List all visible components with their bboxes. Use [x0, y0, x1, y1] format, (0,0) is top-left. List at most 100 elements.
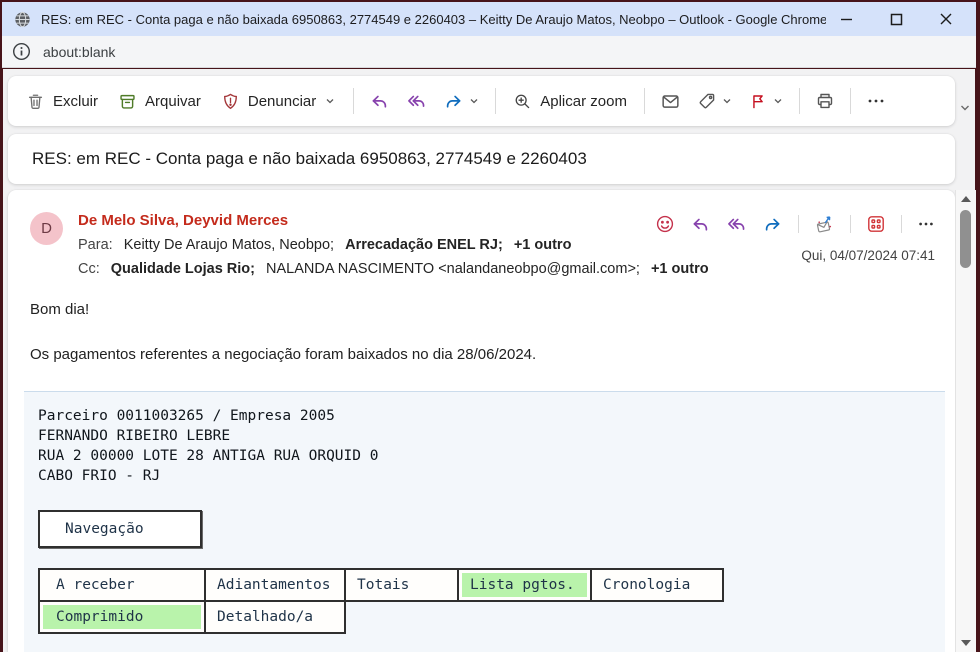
- scrollbar-thumb[interactable]: [960, 210, 971, 268]
- magnifier-plus-icon: [513, 92, 532, 111]
- page-info-icon[interactable]: [12, 42, 31, 61]
- close-button[interactable]: [936, 9, 956, 29]
- chevron-down-icon: [324, 95, 336, 107]
- reply-all-button[interactable]: [398, 85, 435, 118]
- cc-line: Cc: Qualidade Lojas Rio; NALANDA NASCIME…: [78, 261, 709, 277]
- to-recipient[interactable]: Keitty De Araujo Matos, Neobpo;: [124, 237, 334, 253]
- sender-name[interactable]: De Melo Silva, Deyvid Merces: [78, 212, 655, 229]
- sent-datetime: Qui, 04/07/2024 07:41: [801, 248, 935, 263]
- archive-icon: [118, 92, 137, 111]
- empty-cell: [591, 601, 723, 633]
- scroll-up-arrow-icon[interactable]: [961, 196, 971, 202]
- report-button[interactable]: Denunciar: [211, 86, 346, 117]
- toolbar-collapse-chevron-icon[interactable]: [958, 101, 972, 115]
- vertical-scrollbar[interactable]: [955, 190, 976, 652]
- table-row: Comprimido Detalhado/a: [38, 600, 723, 634]
- title-bar: RES: em REC - Conta paga e não baixada 6…: [2, 2, 976, 36]
- mail-toolbar: Excluir Arquivar Denunciar Aplicar zoom: [8, 76, 955, 126]
- empty-cell: [458, 601, 591, 633]
- message-body: Bom dia! Os pagamentos referentes a nego…: [8, 277, 955, 363]
- report-partner-line: Parceiro 0011003265 / Empresa 2005: [38, 408, 335, 424]
- more-options-button[interactable]: [858, 85, 894, 117]
- report-city-line: CABO FRIO - RJ: [38, 468, 161, 484]
- reply-all-icon[interactable]: [726, 214, 747, 235]
- window-controls: [836, 9, 956, 29]
- to-more-recipients[interactable]: +1 outro: [514, 237, 572, 253]
- toolbar-divider: [495, 88, 497, 114]
- table-row: A receber Adiantamentos Totais Lista pgt…: [38, 568, 724, 602]
- flag-button[interactable]: [741, 86, 792, 117]
- subject-card: RES: em REC - Conta paga e não baixada 6…: [8, 134, 955, 184]
- apply-zoom-label: Aplicar zoom: [540, 92, 627, 110]
- outlook-reading-pane: Excluir Arquivar Denunciar Aplicar zoom …: [3, 69, 976, 652]
- message-action-icons: [655, 212, 935, 236]
- tab-detalhado: Detalhado/a: [204, 600, 346, 634]
- archive-button[interactable]: Arquivar: [108, 86, 211, 117]
- more-actions-ellipsis-icon[interactable]: [917, 215, 935, 233]
- archive-label: Arquivar: [145, 92, 201, 110]
- url-bar[interactable]: about:blank: [2, 36, 976, 68]
- empty-cell: [345, 601, 458, 633]
- forward-icon: [443, 91, 464, 112]
- header-address-block: De Melo Silva, Deyvid Merces Para: Keitt…: [78, 212, 709, 277]
- email-subject: RES: em REC - Conta paga e não baixada 6…: [32, 149, 587, 168]
- ellipsis-icon: [866, 91, 886, 111]
- to-label: Para:: [78, 237, 113, 253]
- quoted-report-block: Parceiro 0011003265 / Empresa 2005 FERNA…: [24, 391, 945, 652]
- forward-icon[interactable]: [762, 214, 783, 235]
- reply-all-icon: [406, 91, 427, 112]
- header-actions-block: Qui, 04/07/2024 07:41: [655, 212, 939, 277]
- sender-avatar[interactable]: D: [30, 212, 63, 245]
- minimize-button[interactable]: [836, 9, 856, 29]
- chevron-down-icon: [468, 95, 480, 107]
- tag-icon: [697, 91, 717, 111]
- report-label: Denunciar: [247, 92, 317, 110]
- reactions-smiley-icon[interactable]: [655, 214, 675, 234]
- apply-zoom-button[interactable]: Aplicar zoom: [503, 86, 637, 117]
- browser-window: RES: em REC - Conta paga e não baixada 6…: [0, 0, 980, 652]
- header-divider: [901, 215, 902, 233]
- header-divider: [850, 215, 851, 233]
- apps-grid-icon[interactable]: [866, 214, 886, 234]
- toolbar-divider: [849, 88, 851, 114]
- delete-label: Excluir: [53, 92, 99, 110]
- globe-favicon-icon: [14, 11, 31, 28]
- reply-button[interactable]: [361, 85, 398, 118]
- categorize-button[interactable]: [689, 85, 741, 117]
- forward-button[interactable]: [435, 85, 488, 118]
- chevron-down-icon: [721, 95, 733, 107]
- delete-button[interactable]: Excluir: [16, 86, 108, 117]
- tab-adiantamentos: Adiantamentos: [204, 568, 346, 602]
- toolbar-divider: [353, 88, 355, 114]
- tab-lista-pgtos: Lista pgtos.: [457, 568, 592, 602]
- navigation-box: Navegação: [38, 510, 202, 548]
- body-paragraph: Bom dia!: [30, 301, 90, 318]
- addin-envelope-pin-icon[interactable]: [814, 214, 835, 235]
- envelope-icon: [660, 91, 681, 112]
- email-message-card: D De Melo Silva, Deyvid Merces Para: Kei…: [8, 190, 955, 652]
- scroll-down-arrow-icon[interactable]: [961, 640, 971, 646]
- report-name-line: FERNANDO RIBEIRO LEBRE: [38, 428, 231, 444]
- tab-cronologia: Cronologia: [590, 568, 724, 602]
- maximize-button[interactable]: [886, 9, 906, 29]
- print-button[interactable]: [807, 85, 843, 117]
- trash-icon: [26, 92, 45, 111]
- cc-label: Cc:: [78, 261, 100, 277]
- tab-totais: Totais: [344, 568, 459, 602]
- cc-recipient[interactable]: Qualidade Lojas Rio;: [111, 261, 255, 277]
- flag-icon: [749, 92, 768, 111]
- toolbar-divider: [643, 88, 645, 114]
- header-divider: [798, 215, 799, 233]
- cc-recipient[interactable]: NALANDA NASCIMENTO <nalandaneobpo@gmail.…: [266, 261, 640, 277]
- reply-icon: [369, 91, 390, 112]
- report-tabs-table: A receber Adiantamentos Totais Lista pgt…: [38, 568, 724, 634]
- message-header: D De Melo Silva, Deyvid Merces Para: Kei…: [8, 190, 955, 277]
- mark-unread-button[interactable]: [652, 85, 689, 118]
- chevron-down-icon: [772, 95, 784, 107]
- body-paragraph: Os pagamentos referentes a negociação fo…: [30, 346, 537, 363]
- to-recipient[interactable]: Arrecadação ENEL RJ;: [345, 237, 503, 253]
- reply-icon[interactable]: [690, 214, 711, 235]
- report-address-line: RUA 2 00000 LOTE 28 ANTIGA RUA ORQUID 0: [38, 448, 379, 464]
- url-text[interactable]: about:blank: [43, 44, 115, 60]
- to-line: Para: Keitty De Araujo Matos, Neobpo; Ar…: [78, 237, 655, 253]
